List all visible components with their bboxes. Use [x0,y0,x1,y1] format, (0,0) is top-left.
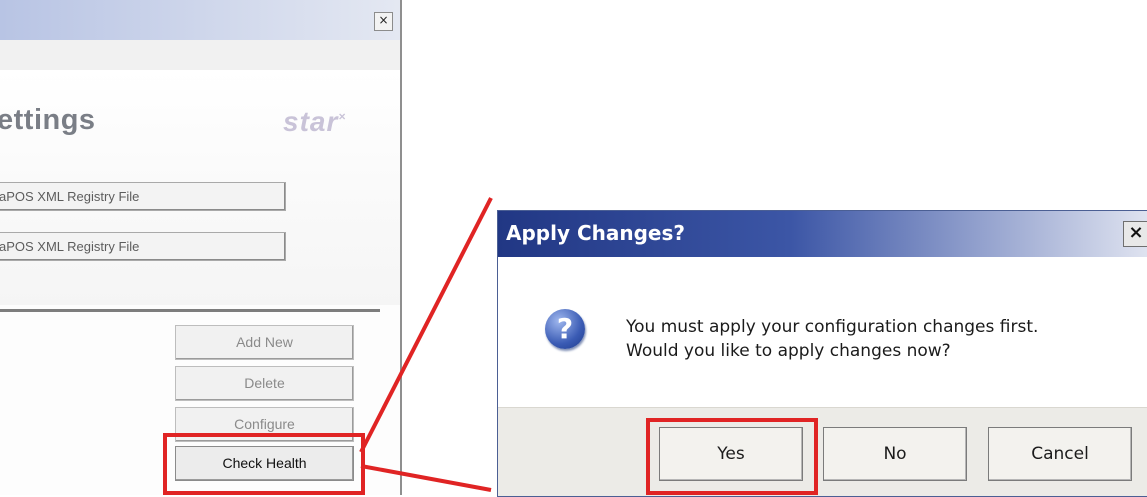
connector-line-top [359,197,493,453]
callout-connector [359,197,493,492]
connector-line-bottom [360,464,492,492]
